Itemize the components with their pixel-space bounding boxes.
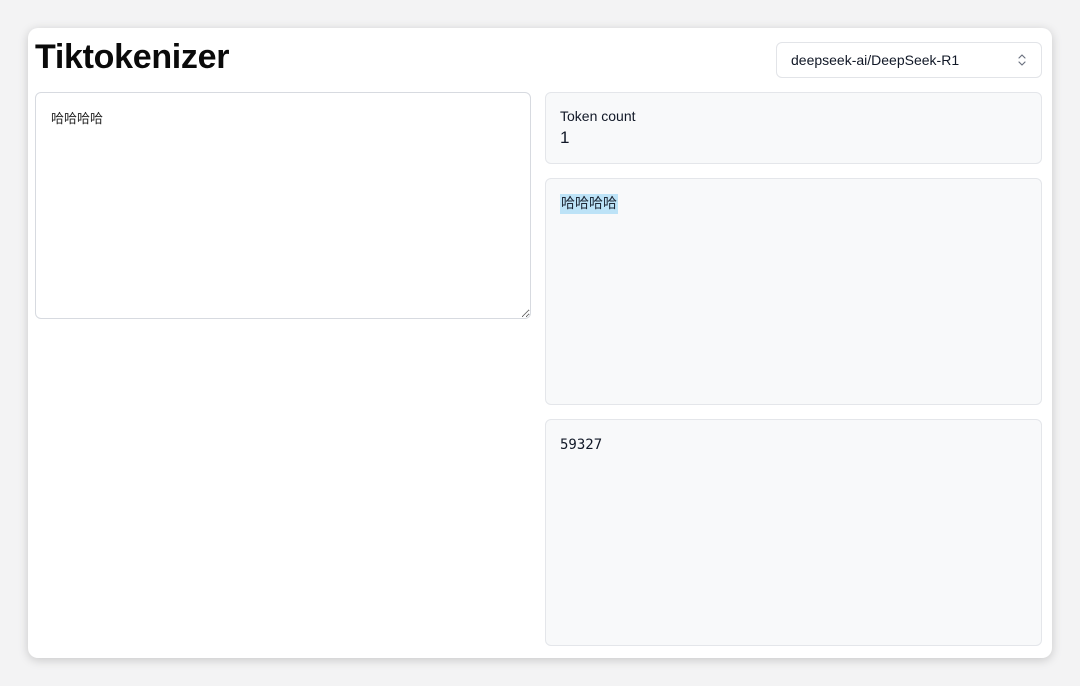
- model-select[interactable]: deepseek-ai/DeepSeek-R1: [776, 42, 1042, 78]
- page-title: Tiktokenizer: [35, 38, 230, 76]
- token-chip[interactable]: 哈哈哈哈: [560, 194, 618, 214]
- chevron-up-down-icon: [1018, 54, 1026, 66]
- token-count-value: 1: [560, 128, 570, 147]
- token-id-list: 59327: [560, 437, 603, 453]
- token-count-panel: Token count 1: [545, 92, 1042, 164]
- app-window: Tiktokenizer deepseek-ai/DeepSeek-R1 哈哈哈…: [28, 28, 1052, 658]
- model-select-value: deepseek-ai/DeepSeek-R1: [791, 52, 960, 68]
- token-count-label: Token count: [560, 108, 636, 124]
- text-input[interactable]: 哈哈哈哈: [35, 92, 531, 319]
- token-ids-panel: 59327: [545, 419, 1042, 646]
- tokens-panel: 哈哈哈哈: [545, 178, 1042, 405]
